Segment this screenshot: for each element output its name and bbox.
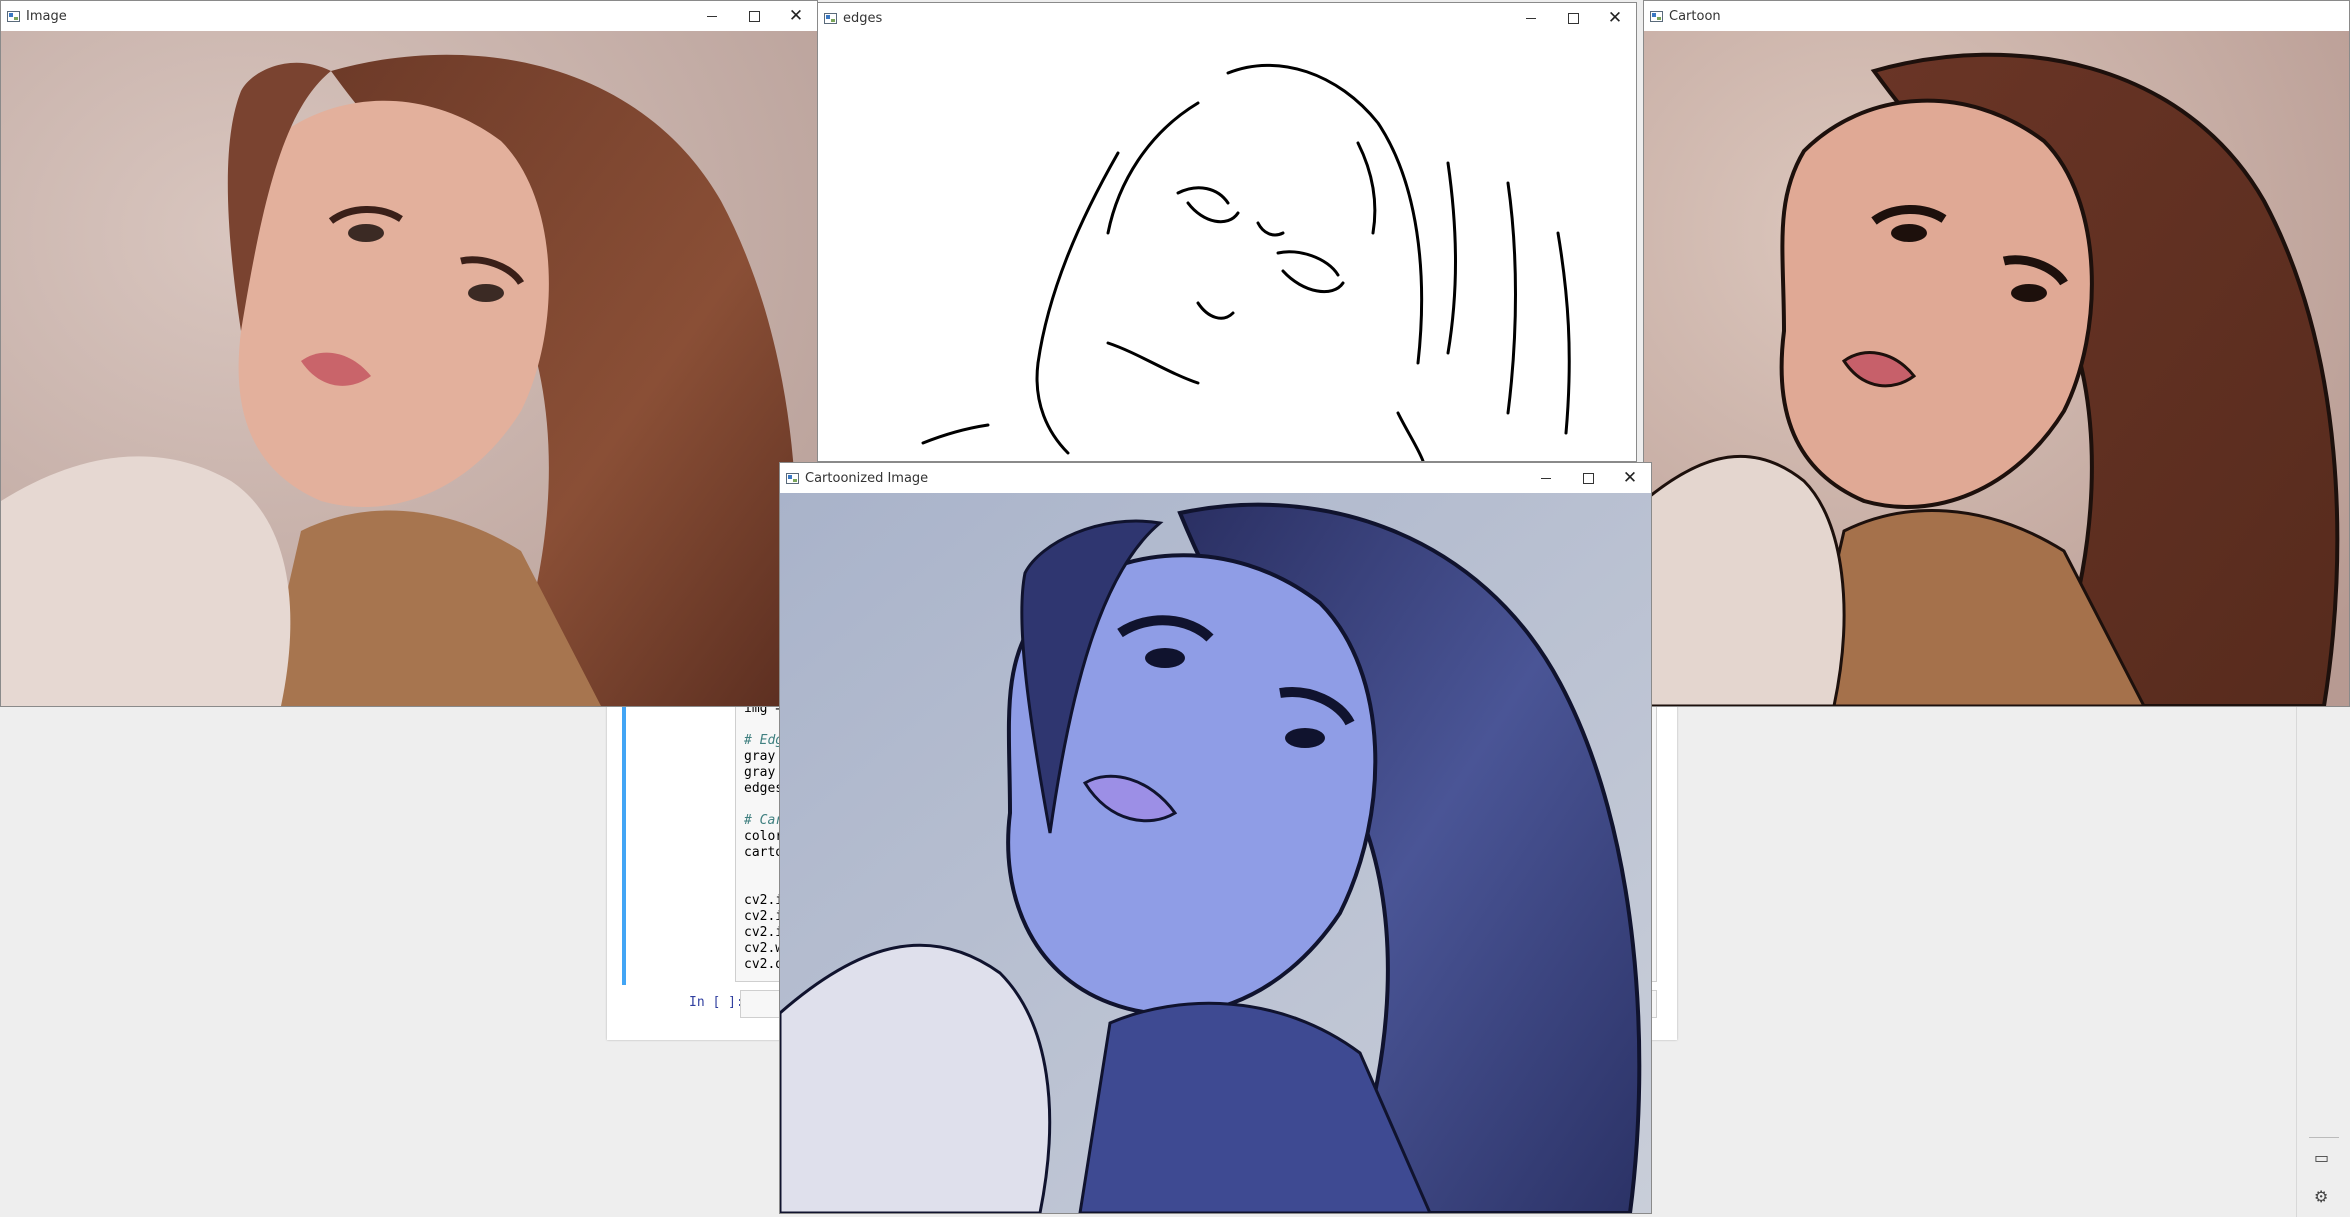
code-line: color xyxy=(744,829,784,844)
image-window-titlebar[interactable]: Image ✕ xyxy=(1,1,817,31)
cartoon-photo xyxy=(1644,31,2349,706)
rail-divider xyxy=(2309,1137,2339,1138)
panel-icon[interactable]: ▭ xyxy=(2314,1148,2329,1167)
window-title: Cartoonized Image xyxy=(805,470,929,486)
app-icon xyxy=(1650,10,1663,22)
code-line: cv2.i xyxy=(744,893,784,908)
code-line: carto xyxy=(744,845,784,860)
code-line: edges xyxy=(744,781,784,796)
cartoonized-window-titlebar[interactable]: Cartoonized Image ✕ xyxy=(780,463,1651,493)
cell-selection-bar xyxy=(622,690,626,985)
cartoon-window-titlebar[interactable]: Cartoon xyxy=(1644,1,2349,31)
window-title: edges xyxy=(843,10,883,26)
maximize-button[interactable] xyxy=(1567,463,1609,493)
cartoonized-photo xyxy=(780,493,1651,1213)
close-button[interactable]: ✕ xyxy=(1609,463,1651,493)
code-line: cv2.i xyxy=(744,925,784,940)
code-line: cv2.w xyxy=(744,941,784,956)
right-sidebar-rail: ▭ ⚙ xyxy=(2296,690,2350,1217)
app-icon xyxy=(824,12,837,24)
code-line: cv2.d xyxy=(744,957,784,972)
window-title: Image xyxy=(26,8,67,24)
cartoon-window[interactable]: Cartoon xyxy=(1643,0,2350,707)
edges-photo xyxy=(818,33,1636,461)
edges-canvas xyxy=(818,33,1636,461)
minimize-button[interactable] xyxy=(1525,463,1567,493)
edges-window-titlebar[interactable]: edges ✕ xyxy=(818,3,1636,33)
maximize-button[interactable] xyxy=(1552,3,1594,33)
minimize-button[interactable] xyxy=(691,1,733,31)
app-icon xyxy=(7,10,20,22)
code-line: cv2.i xyxy=(744,909,784,924)
code-line: # Car xyxy=(744,813,784,828)
maximize-button[interactable] xyxy=(733,1,775,31)
code-line: # Edg xyxy=(744,733,784,748)
edges-window[interactable]: edges ✕ xyxy=(817,2,1637,462)
close-button[interactable]: ✕ xyxy=(1594,3,1636,33)
image-canvas xyxy=(1,31,817,706)
close-button[interactable]: ✕ xyxy=(775,1,817,31)
app-icon xyxy=(786,472,799,484)
gear-icon[interactable]: ⚙ xyxy=(2314,1187,2328,1206)
code-line: gray xyxy=(744,749,776,764)
cartoonized-window[interactable]: Cartoonized Image ✕ xyxy=(779,462,1652,1214)
image-window[interactable]: Image ✕ xyxy=(0,0,818,707)
window-title: Cartoon xyxy=(1669,8,1721,24)
cartoon-canvas xyxy=(1644,31,2349,706)
input-prompt: In [ ]: xyxy=(689,995,744,1010)
code-line: gray xyxy=(744,765,776,780)
cartoonized-canvas xyxy=(780,493,1651,1213)
original-photo xyxy=(1,31,817,706)
minimize-button[interactable] xyxy=(1510,3,1552,33)
